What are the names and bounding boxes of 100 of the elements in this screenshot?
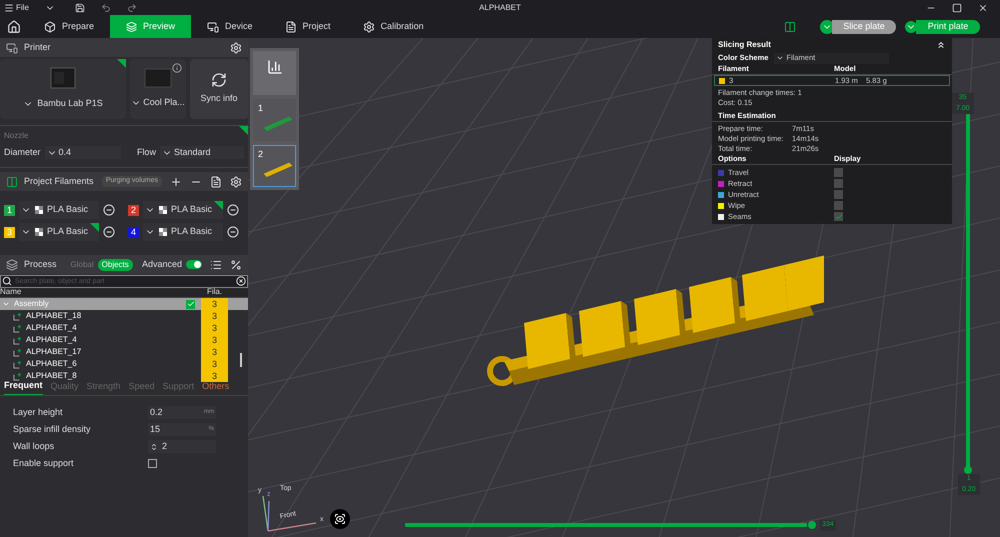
object-name: ALPHABET_6 [26,358,77,370]
object-row[interactable]: ALPHABET_4 3 [0,322,248,334]
plate-type-card[interactable]: Cool Pla... [130,59,186,119]
settings-icon[interactable] [230,176,242,188]
part-icon [13,312,22,320]
setting-checkbox[interactable] [148,459,157,468]
flow-dropdown[interactable]: Standard [160,146,244,160]
filament-cell[interactable]: 3 [201,322,228,334]
main-tab[interactable]: Device [191,15,269,38]
main-tab[interactable]: Calibration [346,15,440,38]
check-icon [834,212,842,220]
undo-icon[interactable] [100,2,111,12]
filament-number: 2 [128,204,139,216]
sync-icon [211,72,227,88]
layout-icon[interactable] [784,20,796,32]
material-icon [159,228,167,236]
panel-title: Slicing Result [718,40,771,50]
menu-icon [4,2,14,12]
layers-icon [126,20,138,32]
setting-label: Layer height [13,406,64,419]
plate-thumbnail[interactable]: 2 [253,145,296,187]
document-icon[interactable] [210,176,222,188]
file-menu[interactable]: File [4,2,29,14]
document-icon [284,20,297,32]
view-reset-button[interactable] [330,509,350,529]
collapse-icon[interactable] [936,40,946,50]
material-icon [159,206,167,214]
advanced-label: Advanced [142,258,182,271]
object-row[interactable]: ALPHABET_18 3 [0,310,248,322]
display-checkbox[interactable] [834,201,843,210]
part-icon [13,372,22,380]
build-plate-icon [144,68,172,88]
material-dropdown[interactable]: PLA Basic [19,201,99,219]
slice-all-thumbnail[interactable] [253,51,296,95]
window-title: ALPHABET [479,2,521,14]
section-title: Printer [24,40,51,54]
info-icon [172,63,182,73]
main-tab[interactable]: Project [268,15,347,38]
maximize-icon[interactable] [952,2,962,12]
expand-icon[interactable] [2,300,10,308]
slider-handle[interactable] [964,466,972,474]
sync-info-button[interactable]: Sync info [190,59,248,119]
material-dropdown[interactable]: PLA Basic [19,223,99,241]
settings-icon[interactable] [230,42,242,54]
percent-icon[interactable] [230,258,242,270]
display-checkbox[interactable] [834,168,843,177]
field-label: Diameter [4,146,41,159]
advanced-switch[interactable] [186,260,202,269]
filament-cell[interactable]: 3 [201,298,228,310]
object-row[interactable]: ALPHABET_6 3 [0,358,248,370]
model-preview-icon [262,114,294,132]
cube-icon [44,20,56,32]
visible-checkbox[interactable] [186,300,195,308]
scrollbar[interactable] [240,353,242,367]
home-icon[interactable] [7,20,21,34]
part-icon [13,336,22,344]
remove-filament-icon[interactable] [227,204,239,216]
setting-label: Sparse infill density [13,422,92,436]
material-dropdown[interactable]: PLA Basic [143,223,223,241]
slider-handle[interactable] [808,521,816,529]
object-row[interactable]: ALPHABET_17 3 [0,346,248,358]
modified-flag-icon [90,223,99,232]
plate-type: Cool Pla... [131,96,185,110]
model-preview-icon [262,160,294,178]
part-icon [13,360,22,368]
check-icon [186,300,194,308]
main-tab[interactable]: Prepare [28,15,110,38]
redo-icon[interactable] [126,2,137,12]
object-name: ALPHABET_18 [26,310,82,322]
move-slider[interactable] [405,523,807,527]
column-header: Fila. [206,286,224,298]
filament-cell[interactable]: 3 [201,310,228,322]
settings-tab[interactable]: Others [202,380,230,395]
filament-cell[interactable]: 3 [201,370,228,382]
material-dropdown[interactable]: PLA Basic [143,201,223,219]
filament-cell[interactable]: 3 [201,334,228,346]
scan-icon [334,513,346,525]
settings-tab[interactable]: Frequent [4,378,43,395]
display-checkbox[interactable] [834,212,843,221]
object-name: ALPHABET_8 [26,370,77,382]
add-icon[interactable] [170,176,182,188]
search-icon [2,276,12,286]
display-checkbox[interactable] [834,190,843,199]
section-title: Project Filaments [24,174,94,188]
clear-icon[interactable] [236,276,246,286]
setting-spinner[interactable]: 2 [148,440,216,453]
filament-cell[interactable]: 3 [201,346,228,358]
remove-filament-icon[interactable] [103,204,115,216]
display-checkbox[interactable] [834,179,843,188]
printer-card[interactable]: Bambu Lab P1S [0,59,126,119]
remove-filament-icon[interactable] [103,226,115,238]
remove-filament-icon[interactable] [227,226,239,238]
save-icon[interactable] [74,2,85,12]
diameter-dropdown[interactable]: 0.4 [44,146,121,160]
object-row[interactable]: Assembly 3 [0,298,248,310]
section-title: Process [24,258,57,271]
plate-thumbnail[interactable]: 1 [253,99,296,141]
close-icon[interactable] [978,2,988,12]
object-row[interactable]: ALPHABET_4 3 [0,334,248,346]
filament-cell[interactable]: 3 [201,358,228,370]
